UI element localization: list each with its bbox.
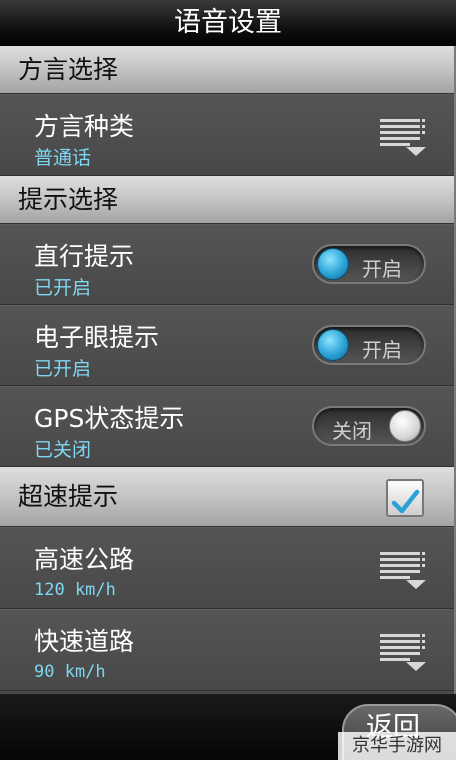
- section-header-prompts: 提示选择: [0, 176, 454, 224]
- row-status: 已关闭: [34, 439, 92, 461]
- row-title: 高速公路: [34, 545, 135, 574]
- toggle-label: 开启: [362, 257, 402, 281]
- row-title: 快速道路: [34, 627, 135, 656]
- expressway-speed-row[interactable]: 快速道路 90 km/h: [0, 609, 454, 691]
- section-header-dialect: 方言选择: [0, 46, 454, 94]
- row-title: 直行提示: [34, 242, 135, 271]
- list-menu-icon[interactable]: [380, 117, 426, 157]
- list-menu-icon[interactable]: [380, 632, 426, 672]
- row-title: 方言种类: [34, 112, 135, 141]
- toggle-knob: [317, 329, 349, 361]
- watermark-text: 京华手游网: [352, 735, 442, 756]
- straight-prompt-row[interactable]: 直行提示 已开启 开启: [0, 224, 454, 305]
- dialect-type-row[interactable]: 方言种类 普通话: [0, 94, 454, 176]
- title-bar: 语音设置: [0, 0, 456, 46]
- camera-prompt-toggle[interactable]: 开启: [312, 325, 426, 365]
- gps-prompt-row[interactable]: GPS状态提示 已关闭 关闭: [0, 386, 454, 467]
- section-label: 提示选择: [18, 185, 119, 214]
- section-header-overspeed[interactable]: 超速提示: [0, 467, 454, 527]
- checkmark-icon: [391, 489, 420, 514]
- section-label: 方言选择: [18, 55, 119, 84]
- overspeed-checkbox[interactable]: [386, 479, 424, 517]
- toggle-knob: [389, 410, 421, 442]
- row-title: GPS状态提示: [34, 404, 185, 433]
- row-value: 90 km/h: [34, 662, 106, 682]
- list-menu-icon[interactable]: [380, 550, 426, 590]
- toggle-label: 开启: [362, 338, 402, 362]
- camera-prompt-row[interactable]: 电子眼提示 已开启 开启: [0, 305, 454, 386]
- row-status: 已开启: [34, 277, 92, 299]
- toggle-label: 关闭: [332, 419, 372, 443]
- straight-prompt-toggle[interactable]: 开启: [312, 244, 426, 284]
- settings-panel: 方言选择 方言种类 普通话 提示选择 直行提示 已开启 开启 电子眼提示 已开启…: [0, 46, 456, 694]
- gps-prompt-toggle[interactable]: 关闭: [312, 406, 426, 446]
- section-label: 超速提示: [18, 482, 119, 511]
- page-title: 语音设置: [174, 7, 282, 38]
- watermark: 京华手游网: [338, 732, 456, 760]
- row-value: 120 km/h: [34, 580, 116, 600]
- highway-speed-row[interactable]: 高速公路 120 km/h: [0, 527, 454, 609]
- row-title: 电子眼提示: [34, 323, 160, 352]
- row-value: 普通话: [34, 147, 92, 169]
- toggle-knob: [317, 248, 349, 280]
- row-status: 已开启: [34, 358, 92, 380]
